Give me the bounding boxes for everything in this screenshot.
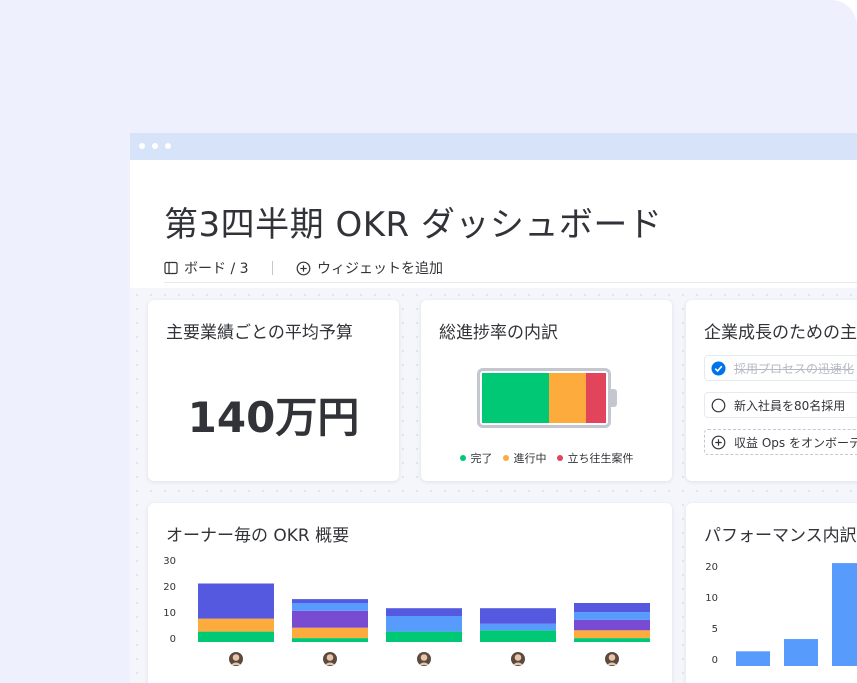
dashboard-window: 第3四半期 OKR ダッシュボード ボード / 3 ウィジェットを追加 主要業績… — [130, 133, 857, 683]
widget-title: 企業成長のための主要業績 — [704, 323, 857, 343]
todo-label: 採用プロセスの迅速化 — [734, 361, 855, 376]
stacked-bar-segment — [198, 583, 274, 619]
owner-avatar[interactable] — [323, 652, 337, 666]
checked-circle-icon[interactable] — [711, 361, 726, 376]
stacked-bar-segment — [574, 638, 650, 642]
battery-cap — [611, 389, 617, 407]
unchecked-circle-icon[interactable] — [711, 398, 726, 413]
owner-avatar[interactable] — [417, 652, 431, 666]
y-tick-label: 20 — [163, 582, 176, 593]
widget-title: 総進捗率の内訳 — [439, 323, 558, 343]
y-tick-label: 0 — [712, 655, 718, 666]
board-label: ボード / 3 — [184, 261, 249, 277]
window-dot-icon — [139, 143, 145, 149]
page-title: 第3四半期 OKR ダッシュボード — [164, 205, 663, 245]
stacked-bar-segment — [292, 627, 368, 639]
add-circle-icon — [711, 435, 726, 450]
dashboard-board: 主要業績ごとの平均予算 140万円 総進捗率の内訳 完了 進行中 立ち往生案件 … — [130, 288, 857, 683]
owner-chart-widget[interactable]: オーナー毎の OKR 概要 30 20 10 0 — [148, 503, 672, 683]
legend-dot-icon — [556, 455, 563, 461]
growth-widget[interactable]: 企業成長のための主要業績 採用プロセスの迅速化 新入社員を80名採用 収益 Op… — [686, 300, 857, 481]
battery-chart — [477, 368, 611, 428]
y-tick-label: 0 — [170, 634, 176, 645]
y-tick-label: 20 — [705, 562, 718, 573]
battery-segment-done — [482, 373, 549, 423]
stacked-bar-segment — [198, 618, 274, 632]
stacked-bar-segment — [480, 630, 556, 642]
stacked-bar-segment — [574, 603, 650, 613]
stacked-bar-segment — [292, 638, 368, 642]
dashboard-toolbar: ボード / 3 ウィジェットを追加 — [164, 258, 857, 278]
window-titlebar — [130, 133, 857, 160]
stacked-bar-segment — [480, 623, 556, 631]
performance-bar — [832, 563, 857, 666]
performance-widget[interactable]: パフォーマンス内訳 20 10 5 0 — [686, 503, 857, 683]
y-tick-label: 30 — [163, 556, 176, 567]
board-icon — [164, 261, 178, 275]
stacked-bar-segment — [574, 630, 650, 639]
window-dot-icon — [165, 143, 171, 149]
stacked-bar-segment — [386, 608, 462, 616]
owner-avatar[interactable] — [605, 652, 619, 666]
widget-title: 主要業績ごとの平均予算 — [166, 323, 353, 343]
board-selector[interactable]: ボード / 3 — [164, 258, 249, 278]
stacked-bar-segment — [198, 631, 274, 642]
legend-label: 立ち往生案件 — [567, 452, 634, 465]
performance-bar-chart: 20 10 5 0 — [705, 562, 857, 666]
legend-dot-icon — [459, 455, 466, 461]
legend-dot-icon — [502, 455, 509, 461]
battery-segment-working — [548, 373, 587, 423]
battery-segment-stuck — [586, 373, 606, 423]
todo-label: 新入社員を80名採用 — [734, 398, 846, 413]
owner-avatar[interactable] — [229, 652, 243, 666]
battery-legend: 完了 進行中 立ち往生案件 — [421, 450, 672, 466]
stacked-bar-segment — [386, 631, 462, 642]
toolbar-divider — [272, 261, 273, 275]
add-widget-button[interactable]: ウィジェットを追加 — [296, 258, 443, 278]
add-widget-label: ウィジェットを追加 — [317, 261, 443, 277]
add-circle-icon — [296, 261, 311, 276]
stacked-bar-segment — [292, 599, 368, 603]
toolbar-divider-line — [164, 282, 857, 283]
todo-item[interactable]: 新入社員を80名採用 — [704, 392, 857, 418]
progress-widget[interactable]: 総進捗率の内訳 完了 進行中 立ち往生案件 — [421, 300, 672, 481]
y-tick-label: 10 — [163, 608, 176, 619]
avg-budget-widget[interactable]: 主要業績ごとの平均予算 140万円 — [148, 300, 399, 481]
y-tick-label: 5 — [712, 624, 718, 635]
stacked-bar-segment — [574, 612, 650, 620]
stacked-bar-segment — [292, 603, 368, 611]
add-todo-item[interactable]: 収益 Ops をオンボーディング — [704, 429, 857, 455]
stacked-bar-segment — [292, 610, 368, 628]
legend-item: 進行中 — [502, 450, 547, 466]
budget-value: 140万円 — [187, 393, 360, 442]
performance-bar — [736, 651, 770, 666]
stacked-bar-segment — [480, 608, 556, 624]
performance-bar — [784, 639, 818, 666]
legend-item: 立ち往生案件 — [556, 450, 634, 466]
legend-label: 進行中 — [513, 452, 547, 465]
todo-item[interactable]: 採用プロセスの迅速化 — [704, 355, 857, 381]
window-dot-icon — [152, 143, 158, 149]
legend-item: 完了 — [459, 450, 493, 466]
legend-label: 完了 — [470, 452, 493, 465]
owner-avatar[interactable] — [511, 652, 525, 666]
y-tick-label: 10 — [705, 593, 718, 604]
stacked-bar-segment — [574, 619, 650, 631]
owner-bar-chart: 30 20 10 0 — [163, 556, 650, 666]
stacked-bar-segment — [386, 616, 462, 632]
todo-label: 収益 Ops をオンボーディング — [734, 435, 857, 450]
